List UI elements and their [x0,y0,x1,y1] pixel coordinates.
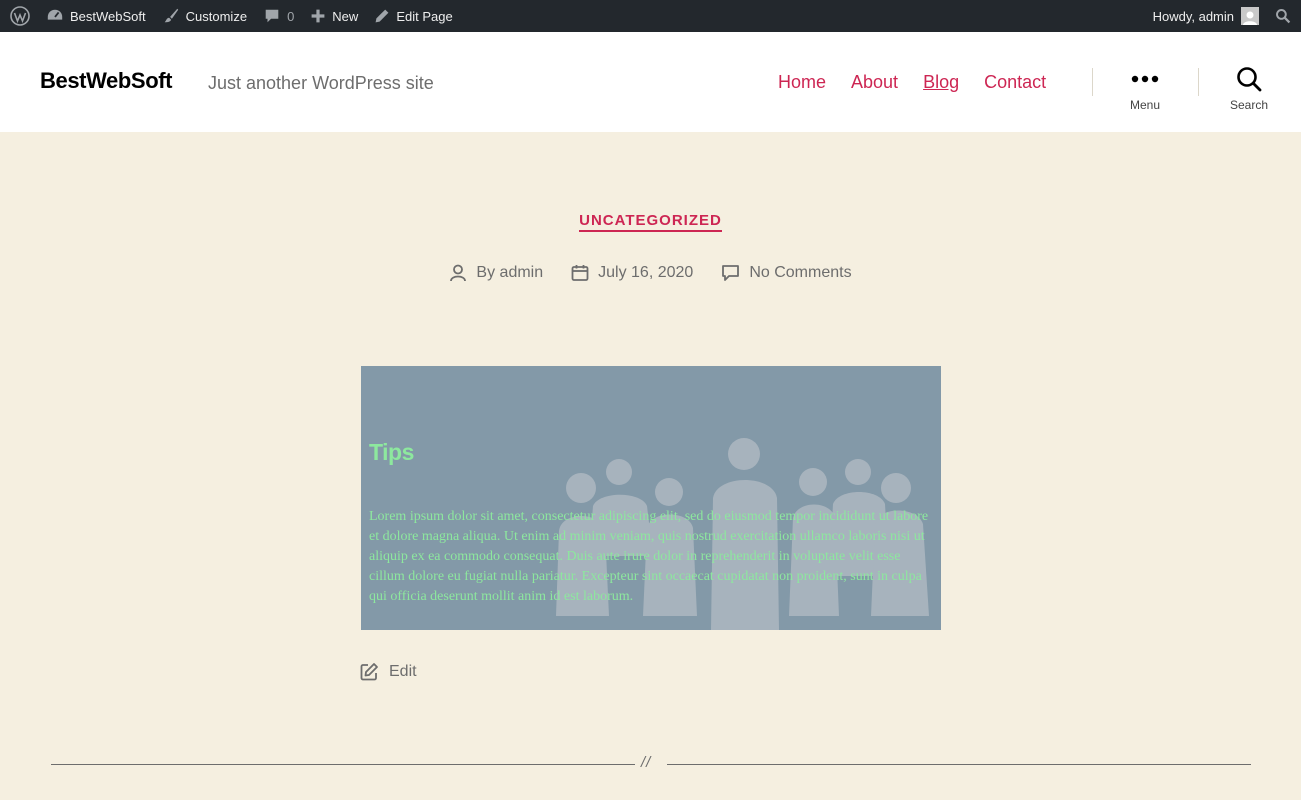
comments-link[interactable]: No Comments [749,264,851,282]
menu-label: Menu [1129,98,1161,112]
cover-title: Tips [369,439,414,465]
separator-line-right [667,764,1251,765]
edit-page-button[interactable]: Edit Page [366,0,460,32]
primary-menu: Home About Blog Contact [778,72,1071,93]
site-tagline: Just another WordPress site [208,73,434,93]
post-category: UNCATEGORIZED [0,212,1301,232]
ellipsis-icon [1131,75,1159,83]
dashboard-gauge-icon [47,9,63,20]
search-toggle-button[interactable]: Search [1209,64,1289,112]
customize-button[interactable]: Customize [154,0,255,32]
wordpress-logo-button[interactable] [2,0,38,32]
menu-toggle-button[interactable]: Menu [1105,64,1185,112]
my-account-button[interactable]: Howdy, admin [1145,0,1267,32]
admin-bar: BestWebSoft Customize 0 New Edit Page Ho… [0,0,1301,32]
search-icon [1276,9,1291,24]
admin-bar-right: Howdy, admin [1145,0,1301,32]
user-silhouette-icon [1243,11,1257,25]
comment-icon [722,265,740,281]
comment-bubble-icon [265,9,279,23]
new-label: New [332,8,359,24]
avatar [1241,7,1259,25]
site-name-button[interactable]: BestWebSoft [38,0,154,32]
new-content-button[interactable]: New [302,0,366,32]
user-icon [450,264,467,282]
admin-bar-left: BestWebSoft Customize 0 New Edit Page [0,0,461,32]
cover-block: Tips Lorem ipsum dolor sit amet, consect… [361,366,941,630]
nav-contact[interactable]: Contact [984,72,1046,93]
edit-label: Edit [389,662,417,680]
cover-paragraph: Lorem ipsum dolor sit amet, consectetur … [369,509,929,604]
post-comments: No Comments [721,264,852,282]
search-icon [1237,67,1262,92]
site-name-label: BestWebSoft [70,8,146,24]
site-title[interactable]: BestWebSoft [40,68,172,94]
nav-home[interactable]: Home [778,72,826,93]
calendar-icon [571,265,589,281]
date-link[interactable]: July 16, 2020 [598,264,693,282]
site-header: BestWebSoft Just another WordPress site … [0,32,1301,132]
post-separator: // [51,754,1251,771]
edit-icon [360,663,378,681]
header-divider [1092,68,1093,96]
nav-about[interactable]: About [851,72,898,93]
separator-line-left [51,764,635,765]
comments-button[interactable]: 0 [255,0,302,32]
pencil-icon [375,9,389,23]
wordpress-icon [10,6,30,26]
nav-blog[interactable]: Blog [923,72,959,93]
admin-search-button[interactable] [1267,0,1301,32]
post-meta: By admin July 16, 2020 No Comments [0,264,1301,282]
comments-count: 0 [287,8,295,24]
customize-label: Customize [185,8,248,24]
separator-slashes: // [641,754,652,771]
post-author: By admin [449,264,543,282]
plus-icon [311,9,325,23]
category-link[interactable]: UNCATEGORIZED [579,212,722,232]
post-date: July 16, 2020 [571,264,693,282]
paintbrush-icon [164,8,178,23]
edit-post-link[interactable]: Edit [360,662,417,681]
author-link[interactable]: By admin [476,264,543,282]
search-label: Search [1229,98,1269,112]
edit-page-label: Edit Page [396,8,453,24]
header-divider [1198,68,1199,96]
howdy-label: Howdy, admin [1152,8,1234,24]
